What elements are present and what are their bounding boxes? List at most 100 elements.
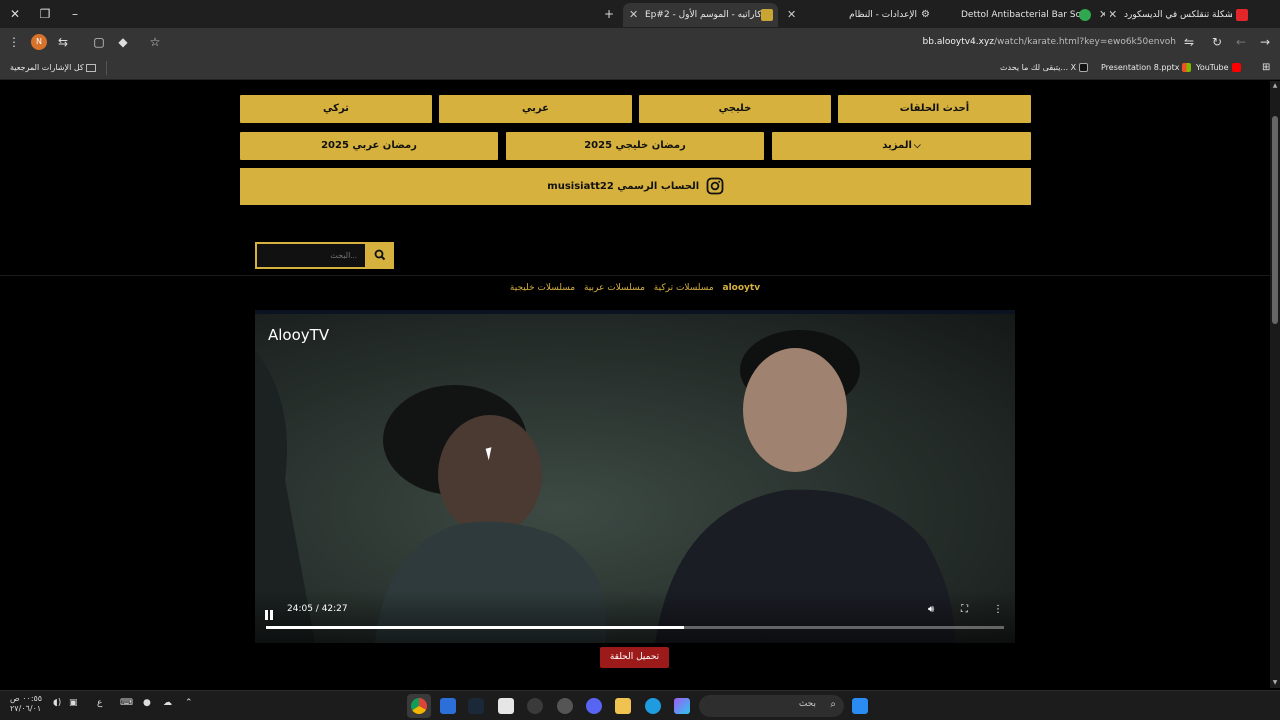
bookmark-label: يتبقى لك ما يحدث... X <box>1000 63 1077 72</box>
tab-discord-fix[interactable]: ✕ حل مشكلة تنقلكس في الديسكورد <box>1110 3 1252 27</box>
tab-label: Ep#2 - كاراتيه - الموسم الأول <box>645 10 762 20</box>
keyboard-icon[interactable]: ⌨ <box>120 698 133 708</box>
close-icon[interactable]: ✕ <box>1099 3 1105 27</box>
bookmark-youtube[interactable]: YouTube <box>1196 61 1241 75</box>
nav-turkish[interactable]: تركي <box>240 95 432 123</box>
pause-icon[interactable] <box>265 605 277 620</box>
tab-label: الإعدادات - النظام <box>849 10 917 20</box>
address-bar[interactable]: bb.alooytv4.xyz/watch/karate.html?key=ew… <box>880 34 1176 50</box>
microphone-icon[interactable]: ● <box>143 698 151 708</box>
apps-grid-icon[interactable]: ⊞ <box>1262 61 1270 75</box>
taskbar-clock[interactable]: ٠٠:٥٥ ص ٢٧/٠٦/٠١ <box>10 694 42 714</box>
instagram-icon <box>706 177 724 195</box>
scroll-up-icon[interactable]: ▲ <box>1271 82 1279 89</box>
close-icon[interactable]: ✕ <box>629 3 638 27</box>
tab-karate-episode[interactable]: ✕ Ep#2 - كاراتيه - الموسم الأول <box>623 3 778 27</box>
player-controls <box>255 590 1015 643</box>
bookmark-star-icon[interactable]: ☆ <box>147 34 163 50</box>
url-path: /watch/karate.html?key=ewo6k50envoh <box>994 37 1176 47</box>
nav-ramadan-arabic-2025[interactable]: رمضان عربي 2025 <box>240 132 498 160</box>
minimize-window-icon[interactable]: – <box>66 5 84 23</box>
download-episode-button[interactable]: تحميل الحلقة <box>600 647 669 668</box>
search-icon <box>374 249 386 261</box>
app-blue-icon[interactable] <box>440 698 456 714</box>
taskbar-search[interactable]: بحث ⌕ <box>699 695 844 717</box>
settings-icon[interactable] <box>557 698 573 714</box>
menu-icon[interactable]: ⋮ <box>6 34 22 50</box>
folder-icon <box>86 63 97 72</box>
tab-dettol[interactable]: ✕ Dettol Antibacterial Bar Soap O <box>945 3 1105 27</box>
steam-icon[interactable] <box>468 698 484 714</box>
page-scrollbar[interactable]: ▲ ▼ <box>1270 81 1280 688</box>
copilot-icon[interactable] <box>674 698 690 714</box>
player-time: 24:05 / 42:27 <box>287 604 348 614</box>
file-explorer-icon[interactable] <box>615 698 631 714</box>
close-window-icon[interactable]: ✕ <box>6 5 24 23</box>
bookmark-presentation[interactable]: Presentation 8.pptx <box>1101 61 1192 75</box>
video-player[interactable]: AlooyTV 24:05 / 42:27 🔊︎ ⛶ ⋮ <box>255 310 1015 643</box>
shield-extension-icon[interactable]: ◆ <box>115 34 131 50</box>
nav-ramadan-gulf-2025[interactable]: رمضان خليجي 2025 <box>506 132 764 160</box>
taskbar-search-label: بحث <box>798 699 816 709</box>
nav-gulf[interactable]: خليجي <box>639 95 831 123</box>
chevron-up-icon[interactable]: ⌃ <box>185 698 193 708</box>
tab-settings[interactable]: ✕ الإعدادات - النظام ⚙ <box>783 3 943 27</box>
chevron-down-icon: ⌵ <box>913 141 921 151</box>
taskbar-date: ٢٧/٠٦/٠١ <box>10 704 42 713</box>
player-logo: AlooyTV <box>268 326 330 344</box>
page-content: أحدث الحلقات خليجي عربي تركي المزيد ⌵ رمض… <box>0 81 1270 688</box>
breadcrumb-arabic-series[interactable]: مسلسلات عربية <box>584 283 645 293</box>
scrollbar-thumb[interactable] <box>1272 116 1278 324</box>
discord-icon[interactable] <box>586 698 602 714</box>
youtube-icon <box>1231 63 1241 72</box>
youtube-icon <box>1236 9 1248 21</box>
fullscreen-icon[interactable]: ⛶ <box>961 604 968 615</box>
language-indicator[interactable]: ع <box>97 698 102 708</box>
gear-icon: ⚙ <box>921 9 930 20</box>
search-input[interactable] <box>255 242 367 269</box>
more-options-icon[interactable]: ⋮ <box>993 604 1003 615</box>
breadcrumb: مسلسلات تركية مسلسلات عربية مسلسلات خليج… <box>380 283 890 293</box>
volume-icon[interactable]: 🔊︎ <box>928 604 934 615</box>
forward-icon[interactable]: ← <box>1233 34 1249 50</box>
onedrive-icon[interactable]: ☁ <box>163 698 172 708</box>
edge-icon[interactable] <box>645 698 661 714</box>
app-red-icon[interactable] <box>527 698 543 714</box>
bookmarks-bar: كل الإشارات المرجعية يتبقى لك ما يحدث...… <box>0 56 1280 80</box>
nav-more-dropdown[interactable]: المزيد ⌵ <box>772 132 1031 160</box>
breadcrumb-home[interactable]: alooytv <box>723 283 761 293</box>
search-button[interactable] <box>366 242 394 269</box>
nav-arabic[interactable]: عربي <box>439 95 632 123</box>
profile-avatar[interactable]: N <box>31 34 47 50</box>
microsoft-icon <box>1182 63 1192 72</box>
breadcrumb-turkish-series[interactable]: مسلسلات تركية <box>654 283 714 293</box>
tab-label: Dettol Antibacterial Bar Soap O <box>961 10 1083 20</box>
progress-track[interactable] <box>266 626 1004 629</box>
url-host: bb.alooytv4.xyz <box>922 37 995 47</box>
instagram-official-account[interactable]: musisiatt22 الحساب الرسمي <box>240 168 1031 205</box>
close-icon[interactable]: ✕ <box>787 3 796 27</box>
breadcrumb-gulf-series[interactable]: مسلسلات خليجية <box>510 283 575 293</box>
reload-icon[interactable]: ↻ <box>1209 34 1225 50</box>
back-icon[interactable]: → <box>1257 34 1273 50</box>
store-icon[interactable] <box>498 698 514 714</box>
speaker-icon[interactable]: ◖) <box>53 698 61 708</box>
chrome-icon[interactable] <box>411 698 427 714</box>
restore-window-icon[interactable]: ❐ <box>36 5 54 23</box>
extension-icon[interactable]: ⇆ <box>55 34 71 50</box>
network-icon[interactable]: ▣ <box>69 698 78 708</box>
nav-latest-episodes[interactable]: أحدث الحلقات <box>838 95 1031 123</box>
taskbar-time: ٠٠:٥٥ ص <box>10 694 43 703</box>
windows-start-icon[interactable] <box>852 698 868 714</box>
all-bookmarks[interactable]: كل الإشارات المرجعية <box>10 61 97 75</box>
bookmark-x[interactable]: يتبقى لك ما يحدث... X <box>1000 61 1089 75</box>
instagram-label: musisiatt22 الحساب الرسمي <box>547 181 700 192</box>
tab-label: حل مشكلة تنقلكس في الديسكورد <box>1124 10 1232 20</box>
scroll-down-icon[interactable]: ▼ <box>1271 679 1279 686</box>
site-settings-icon[interactable]: ⇋ <box>1181 34 1197 50</box>
bookmark-label: YouTube <box>1196 63 1229 72</box>
close-icon[interactable]: ✕ <box>1110 3 1117 27</box>
new-tab-icon[interactable]: + <box>600 5 618 23</box>
divider <box>106 61 107 75</box>
puzzle-extensions-icon[interactable]: ▢ <box>91 34 107 50</box>
